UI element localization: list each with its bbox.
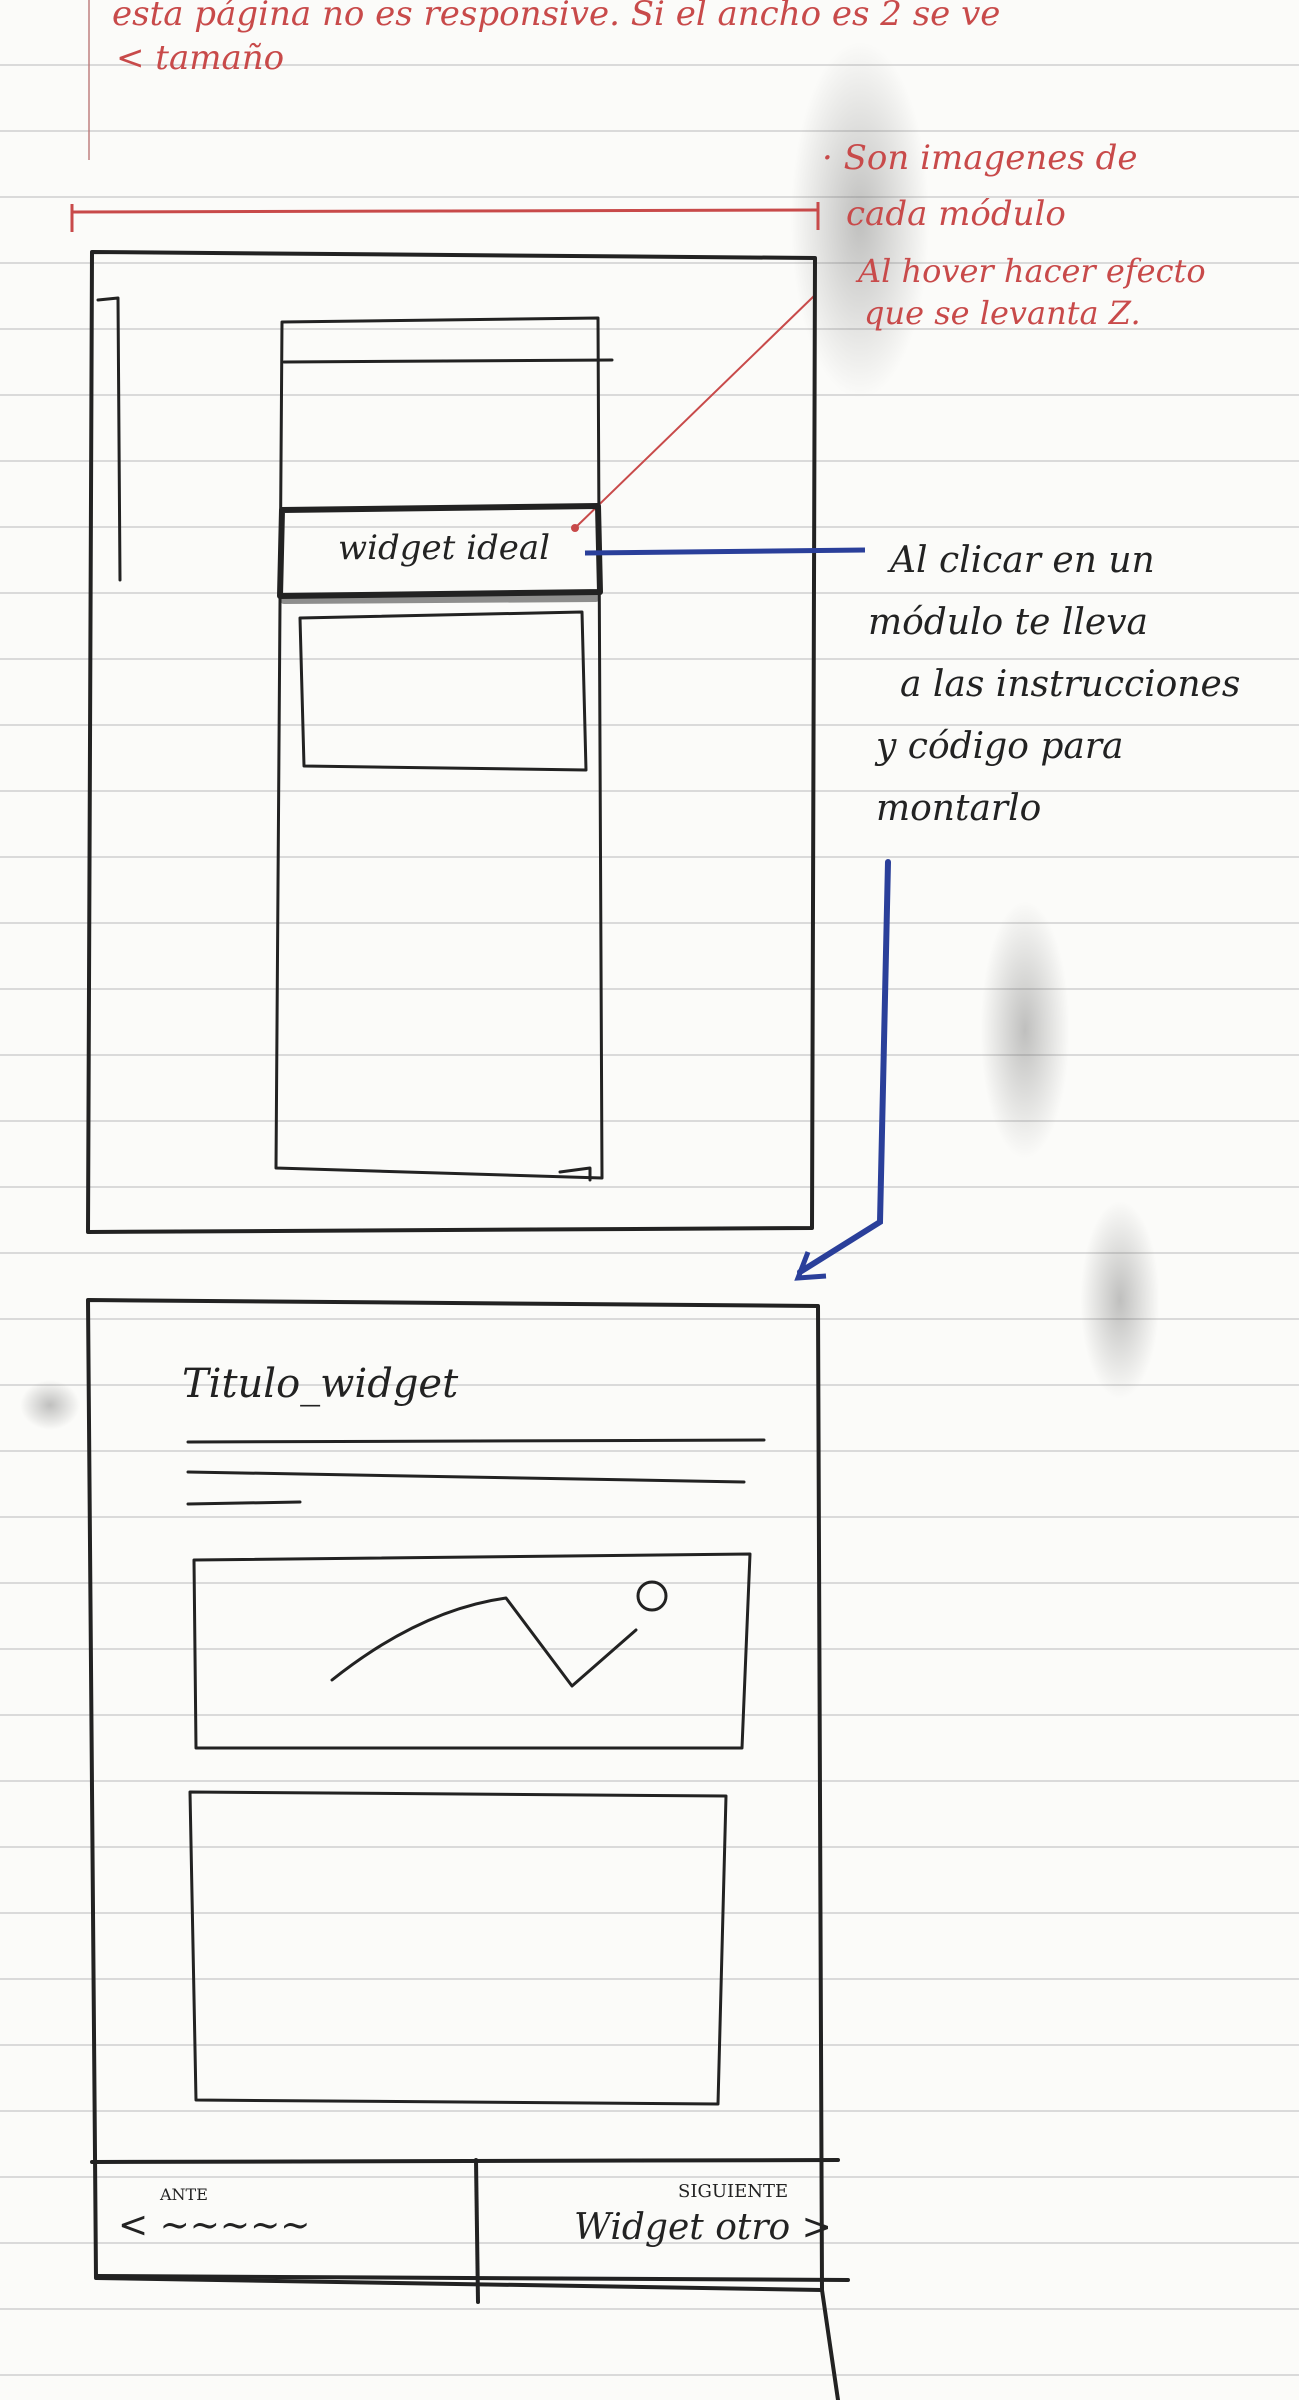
module-card	[298, 610, 588, 772]
note-click-line-2: módulo te lleva	[868, 602, 1149, 643]
red-width-bracket	[71, 208, 819, 214]
note-click-line-4: y código para	[876, 726, 1124, 767]
detail-text-line-short	[186, 1500, 302, 1506]
note-click-module: Al clicar en un módulo te lleva a las in…	[868, 530, 1241, 840]
red-pointer-line	[574, 294, 816, 529]
image-placeholder-mountain	[330, 1596, 638, 1688]
detail-code-block	[188, 1790, 728, 2106]
nav-previous-link[interactable]: < ~~~~~	[118, 2206, 310, 2246]
image-placeholder-sun	[636, 1580, 668, 1612]
note-click-line-1: Al clicar en un	[890, 540, 1155, 581]
detail-text-line	[186, 1470, 746, 1484]
nav-next-small-label: SIGUIENTE	[678, 2181, 789, 2202]
module-header-divider	[282, 358, 614, 364]
selected-module-label[interactable]: widget ideal	[338, 529, 550, 567]
left-scroll-bar	[96, 296, 122, 582]
module-column	[274, 316, 604, 1180]
gallery-outer-frame	[86, 250, 817, 1234]
note-each-module: cada módulo	[846, 194, 1066, 234]
detail-image-frame	[192, 1552, 752, 1750]
nav-next-link[interactable]: Widget otro >	[574, 2208, 832, 2248]
selected-card-shadow	[280, 594, 600, 604]
sketch-drawing	[70, 202, 891, 2400]
nav-previous-small-label: ANTE	[160, 2185, 208, 2204]
red-pointer-dot	[571, 524, 579, 532]
blue-arrow-line	[584, 547, 866, 556]
detail-nav-top-line	[90, 2158, 840, 2164]
note-lift-z: que se levanta Z.	[864, 294, 1141, 332]
detail-widget-title: Titulo_widget	[182, 1361, 459, 1407]
detail-text-line	[186, 1438, 766, 1444]
note-hover-effect: Al hover hacer efecto	[858, 252, 1206, 290]
note-not-responsive: esta página no es responsive. Si el anch…	[112, 0, 1001, 34]
note-click-line-5: montarlo	[876, 788, 1042, 829]
detail-frame-extension	[820, 2288, 840, 2400]
detail-nav-divider	[474, 2158, 480, 2304]
note-size: < tamaño	[116, 38, 285, 78]
wireframe-module-gallery	[86, 250, 817, 1234]
note-click-line-3: a las instrucciones	[900, 664, 1241, 705]
note-module-images: · Son imagenes de	[822, 138, 1138, 178]
